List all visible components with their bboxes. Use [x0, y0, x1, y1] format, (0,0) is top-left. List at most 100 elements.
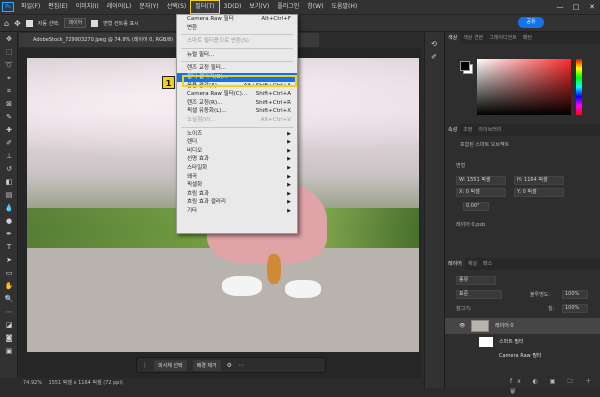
gradient-tool-icon[interactable]: ▤ — [2, 189, 16, 201]
menu-9[interactable]: 플러그인 — [273, 0, 303, 14]
blend-mode-dropdown[interactable]: 표준 — [456, 290, 502, 299]
visibility-icon[interactable]: 👁 — [459, 323, 465, 329]
filter-menu-item[interactable]: 기타 ▶ — [177, 207, 297, 216]
layer-row[interactable]: 👁 레이어 0 — [445, 318, 600, 334]
hue-slider[interactable] — [576, 59, 582, 115]
x-field[interactable]: X: 0 픽셀 — [456, 188, 506, 197]
menu-6[interactable]: 필터(T) — [190, 0, 220, 14]
zoom-level[interactable]: 74.92% — [23, 380, 42, 386]
history-brush-icon[interactable]: ↺ — [2, 163, 16, 175]
foreground-color-swatch[interactable] — [460, 61, 470, 71]
filter-menu-item[interactable]: Camera Raw 필터(C)... Shift+Ctrl+A — [177, 90, 297, 99]
menu-4[interactable]: 문자(Y) — [135, 0, 162, 14]
history-panel-icon[interactable]: ⟲ — [427, 38, 441, 50]
screen-mode-icon[interactable]: ▣ — [2, 345, 16, 357]
marquee-tool-icon[interactable]: ⬚ — [2, 46, 16, 58]
tab-patterns[interactable]: 패턴 — [520, 32, 535, 44]
move-tool-icon[interactable]: ✥ — [14, 19, 21, 28]
tab-libraries[interactable]: 라이브러리 — [475, 124, 504, 136]
width-field[interactable]: W: 1551 픽셀 — [456, 176, 506, 185]
filter-menu-item[interactable]: 흐림 효과 갤러리 ▶ — [177, 198, 297, 207]
filter-menu-item[interactable]: 선명 효과 ▶ — [177, 155, 297, 164]
adjust-icon[interactable]: ⚙ — [227, 362, 232, 369]
filter-menu-item[interactable]: 스타일화 ▶ — [177, 164, 297, 173]
camera-raw-filter-row[interactable]: Camera Raw 필터 — [445, 348, 600, 364]
fill-field[interactable]: 100% — [562, 304, 588, 313]
filter-menu-item[interactable]: 픽셀화 ▶ — [177, 181, 297, 190]
tab-layers[interactable]: 레이어 — [445, 258, 465, 270]
layer-actions[interactable]: fx ◐ ▣ 🗀 ＋ 🗑 — [510, 376, 600, 397]
brush-tool-icon[interactable]: ✐ — [2, 137, 16, 149]
menu-1[interactable]: 편집(E) — [44, 0, 72, 14]
pen-tool-icon[interactable]: ✒ — [2, 228, 16, 240]
filter-menu-item[interactable]: 뉴럴 필터... — [177, 51, 297, 60]
menu-10[interactable]: 창(W) — [303, 0, 327, 14]
quick-select-icon[interactable]: ⌖ — [2, 72, 16, 84]
grip-icon[interactable]: ⋮ — [142, 362, 148, 369]
transform-checkbox[interactable] — [91, 19, 99, 27]
more-options-icon[interactable]: ⋯ — [238, 362, 244, 369]
tab-gradients[interactable]: 그레이디언트 — [486, 32, 520, 44]
remove-background-button[interactable]: 배경 제거 — [192, 359, 221, 371]
color-field[interactable] — [477, 59, 571, 115]
color-swatches-icon[interactable]: ◪ — [2, 319, 16, 331]
hand-tool-icon[interactable]: ✋ — [2, 280, 16, 292]
stamp-tool-icon[interactable]: ⊥ — [2, 150, 16, 162]
angle-field[interactable]: 0.00° — [463, 202, 489, 211]
tab-color[interactable]: 색상 — [445, 32, 461, 44]
crop-tool-icon[interactable]: ⌗ — [2, 85, 16, 97]
lasso-tool-icon[interactable]: ➰ — [2, 59, 16, 71]
maximize-button[interactable]: □ — [568, 0, 584, 14]
filter-menu-item[interactable]: 변환 — [177, 24, 297, 33]
layer-kind-filter[interactable]: 종류 — [456, 276, 496, 285]
more-tools-icon[interactable]: ⋯ — [2, 306, 16, 318]
filter-menu-item[interactable]: 렌더 ▶ — [177, 138, 297, 147]
quick-mask-icon[interactable]: ◙ — [2, 332, 16, 344]
close-button[interactable]: ✕ — [584, 0, 600, 14]
menu-5[interactable]: 선택(S) — [163, 0, 191, 14]
filter-menu-item[interactable]: 비디오 ▶ — [177, 147, 297, 156]
tab-adjustments[interactable]: 조정 — [460, 124, 475, 136]
filter-menu-item[interactable]: 렌즈 교정(R)... Shift+Ctrl+R — [177, 99, 297, 108]
path-select-icon[interactable]: ➤ — [2, 254, 16, 266]
menu-3[interactable]: 레이어(L) — [103, 0, 136, 14]
menu-0[interactable]: 파일(F) — [17, 0, 44, 14]
tab-paths[interactable]: 패스 — [480, 258, 495, 270]
dodge-tool-icon[interactable]: ● — [2, 215, 16, 227]
transform-label: 변형 컨트롤 표시 — [103, 20, 139, 27]
filter-menu-item[interactable]: 렌즈 교정 필터... — [177, 64, 297, 73]
filter-menu-item[interactable]: 픽셀 유동화(L)... Shift+Ctrl+X — [177, 107, 297, 116]
filter-menu-item[interactable]: Camera Raw 필터 Alt+Ctrl+F — [177, 15, 297, 24]
type-tool-icon[interactable]: T — [2, 241, 16, 253]
minimize-button[interactable]: — — [552, 0, 568, 14]
shape-tool-icon[interactable]: ▭ — [2, 267, 16, 279]
tab-channels[interactable]: 채널 — [465, 258, 480, 270]
tab-properties[interactable]: 속성 — [445, 124, 461, 136]
filter-menu-item[interactable]: 왜곡 ▶ — [177, 173, 297, 182]
opacity-field[interactable]: 100% — [562, 290, 588, 299]
menu-item-label: 왜곡 — [187, 173, 198, 180]
home-icon[interactable]: ⌂ — [4, 19, 9, 28]
layer-select-dropdown[interactable]: 레이어 — [64, 18, 87, 28]
menu-7[interactable]: 3D(D) — [220, 0, 246, 14]
move-tool-icon[interactable]: ✥ — [2, 33, 16, 45]
filter-menu-item[interactable]: 흐림 효과 ▶ — [177, 190, 297, 199]
filter-menu-item[interactable]: 노이즈 ▶ — [177, 130, 297, 139]
auto-select-checkbox[interactable] — [25, 19, 33, 27]
eyedropper-icon[interactable]: ✎ — [2, 111, 16, 123]
brush-panel-icon[interactable]: ✐ — [427, 51, 441, 63]
zoom-tool-icon[interactable]: 🔍 — [2, 293, 16, 305]
frame-tool-icon[interactable]: ⊠ — [2, 98, 16, 110]
tab-swatches[interactable]: 색상 견본 — [460, 32, 486, 44]
eraser-tool-icon[interactable]: ◧ — [2, 176, 16, 188]
height-field[interactable]: H: 1164 픽셀 — [514, 176, 564, 185]
menu-11[interactable]: 도움말(H) — [327, 0, 361, 14]
healing-brush-icon[interactable]: ✚ — [2, 124, 16, 136]
layer-name[interactable]: 레이어 0 — [495, 318, 514, 334]
blur-tool-icon[interactable]: 💧 — [2, 202, 16, 214]
y-field[interactable]: Y: 0 픽셀 — [514, 188, 564, 197]
select-subject-button[interactable]: 피사체 선택 — [154, 359, 187, 371]
share-button[interactable]: 공유 — [518, 17, 544, 28]
menu-8[interactable]: 보기(V) — [245, 0, 273, 14]
menu-2[interactable]: 이미지(I) — [72, 0, 103, 14]
